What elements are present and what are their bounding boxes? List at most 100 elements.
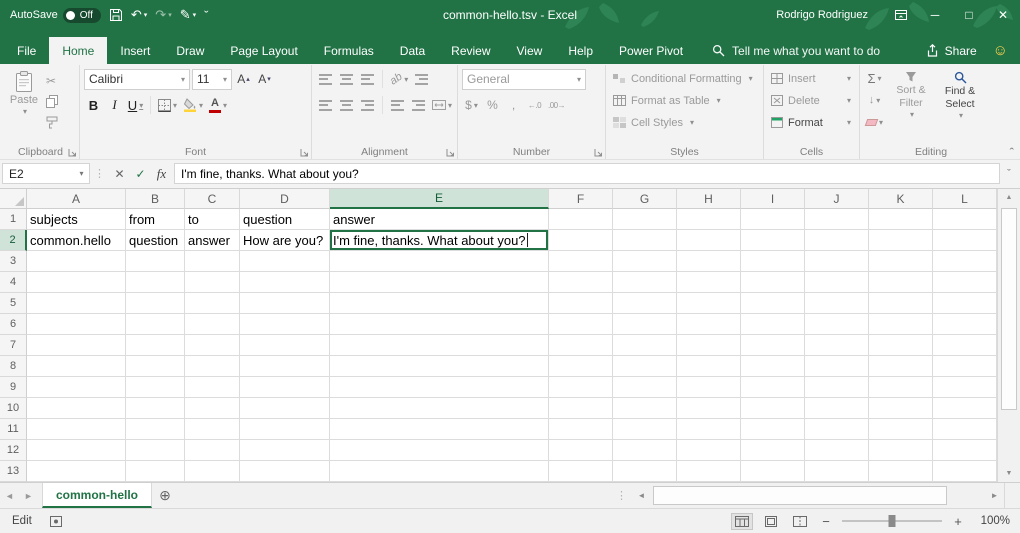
row-header-2[interactable]: 2: [0, 230, 27, 251]
tab-page-layout[interactable]: Page Layout: [217, 37, 310, 64]
comma-style-button[interactable]: ,: [504, 95, 523, 116]
percent-style-button[interactable]: %: [483, 95, 502, 116]
cell-A3[interactable]: [27, 251, 126, 272]
column-header-I[interactable]: I: [741, 189, 805, 209]
cell-H9[interactable]: [677, 377, 741, 398]
autosave-toggle[interactable]: AutoSave Off: [10, 8, 101, 23]
format-as-table-button[interactable]: Format as Table ▾: [610, 90, 760, 111]
row-header-10[interactable]: 10: [0, 398, 27, 419]
column-header-G[interactable]: G: [613, 189, 677, 209]
cell-A10[interactable]: [27, 398, 126, 419]
cell-F12[interactable]: [549, 440, 613, 461]
cell-F13[interactable]: [549, 461, 613, 482]
cell-H6[interactable]: [677, 314, 741, 335]
cell-J10[interactable]: [805, 398, 869, 419]
align-center-button[interactable]: [337, 95, 356, 116]
cell-G13[interactable]: [613, 461, 677, 482]
align-left-button[interactable]: [316, 95, 335, 116]
format-painter-button[interactable]: [46, 114, 58, 131]
cell-G7[interactable]: [613, 335, 677, 356]
row-header-7[interactable]: 7: [0, 335, 27, 356]
cell-F7[interactable]: [549, 335, 613, 356]
cell-G5[interactable]: [613, 293, 677, 314]
cell-L3[interactable]: [933, 251, 997, 272]
bold-button[interactable]: B: [84, 95, 103, 116]
cell-J8[interactable]: [805, 356, 869, 377]
grow-font-button[interactable]: A▴: [234, 69, 253, 90]
cell-A8[interactable]: [27, 356, 126, 377]
cell-J11[interactable]: [805, 419, 869, 440]
sheet-tab-common-hello[interactable]: common-hello: [42, 483, 152, 508]
column-header-L[interactable]: L: [933, 189, 997, 209]
number-format-select[interactable]: General ▾: [462, 69, 586, 90]
insert-cells-button[interactable]: Insert ▾: [768, 68, 854, 89]
cell-D7[interactable]: [240, 335, 330, 356]
align-middle-button[interactable]: [337, 69, 356, 90]
cell-J9[interactable]: [805, 377, 869, 398]
vertical-scroll-thumb[interactable]: [1001, 208, 1017, 410]
shrink-font-button[interactable]: A▾: [255, 69, 274, 90]
row-header-6[interactable]: 6: [0, 314, 27, 335]
cell-L6[interactable]: [933, 314, 997, 335]
cell-K12[interactable]: [869, 440, 933, 461]
column-header-J[interactable]: J: [805, 189, 869, 209]
cell-G2[interactable]: [613, 230, 677, 251]
cell-L5[interactable]: [933, 293, 997, 314]
collapse-ribbon-button[interactable]: ˆ: [1010, 148, 1014, 158]
zoom-in-button[interactable]: +: [951, 514, 965, 529]
cell-J2[interactable]: [805, 230, 869, 251]
alignment-dialog-launcher[interactable]: [446, 148, 455, 157]
cell-I7[interactable]: [741, 335, 805, 356]
cell-J4[interactable]: [805, 272, 869, 293]
clipboard-dialog-launcher[interactable]: [68, 148, 77, 157]
merge-center-button[interactable]: ▾: [430, 95, 454, 116]
column-header-C[interactable]: C: [185, 189, 240, 209]
cell-H8[interactable]: [677, 356, 741, 377]
column-header-B[interactable]: B: [126, 189, 185, 209]
cell-D4[interactable]: [240, 272, 330, 293]
cell-I6[interactable]: [741, 314, 805, 335]
tell-me-box[interactable]: Tell me what you want to do: [712, 37, 880, 64]
horizontal-scroll-thumb[interactable]: [653, 486, 947, 505]
normal-view-button[interactable]: [732, 514, 752, 529]
cell-K6[interactable]: [869, 314, 933, 335]
cell-C10[interactable]: [185, 398, 240, 419]
cell-I2[interactable]: [741, 230, 805, 251]
cell-H4[interactable]: [677, 272, 741, 293]
decrease-decimal-button[interactable]: .00→: [546, 95, 567, 116]
column-header-K[interactable]: K: [869, 189, 933, 209]
cell-I11[interactable]: [741, 419, 805, 440]
copy-button[interactable]: [46, 93, 58, 110]
cell-B7[interactable]: [126, 335, 185, 356]
cell-F2[interactable]: [549, 230, 613, 251]
cell-B2[interactable]: question: [126, 230, 185, 251]
cell-D11[interactable]: [240, 419, 330, 440]
cell-D12[interactable]: [240, 440, 330, 461]
insert-function-button[interactable]: fx: [151, 166, 172, 182]
active-cell[interactable]: I'm fine, thanks. What about you?: [330, 230, 549, 251]
cell-E12[interactable]: [330, 440, 549, 461]
formula-input[interactable]: I'm fine, thanks. What about you?: [174, 163, 1000, 184]
cell-H13[interactable]: [677, 461, 741, 482]
align-top-button[interactable]: [316, 69, 335, 90]
tab-home[interactable]: Home: [49, 37, 107, 64]
cancel-button[interactable]: ✕: [109, 167, 130, 181]
cell-B12[interactable]: [126, 440, 185, 461]
cell-C1[interactable]: to: [185, 209, 240, 230]
tab-splitter-handle[interactable]: ⋮: [611, 489, 632, 502]
page-layout-view-button[interactable]: [761, 514, 781, 529]
cell-D3[interactable]: [240, 251, 330, 272]
minimize-button[interactable]: ─: [918, 0, 952, 30]
underline-button[interactable]: U▾: [126, 95, 145, 116]
align-bottom-button[interactable]: [358, 69, 377, 90]
cell-B11[interactable]: [126, 419, 185, 440]
accounting-format-button[interactable]: $▾: [462, 95, 481, 116]
cell-L11[interactable]: [933, 419, 997, 440]
cell-C8[interactable]: [185, 356, 240, 377]
column-header-D[interactable]: D: [240, 189, 330, 209]
cell-D6[interactable]: [240, 314, 330, 335]
scroll-up-arrow[interactable]: ▲: [998, 189, 1020, 206]
cell-B13[interactable]: [126, 461, 185, 482]
cell-F1[interactable]: [549, 209, 613, 230]
save-button[interactable]: [109, 8, 123, 22]
